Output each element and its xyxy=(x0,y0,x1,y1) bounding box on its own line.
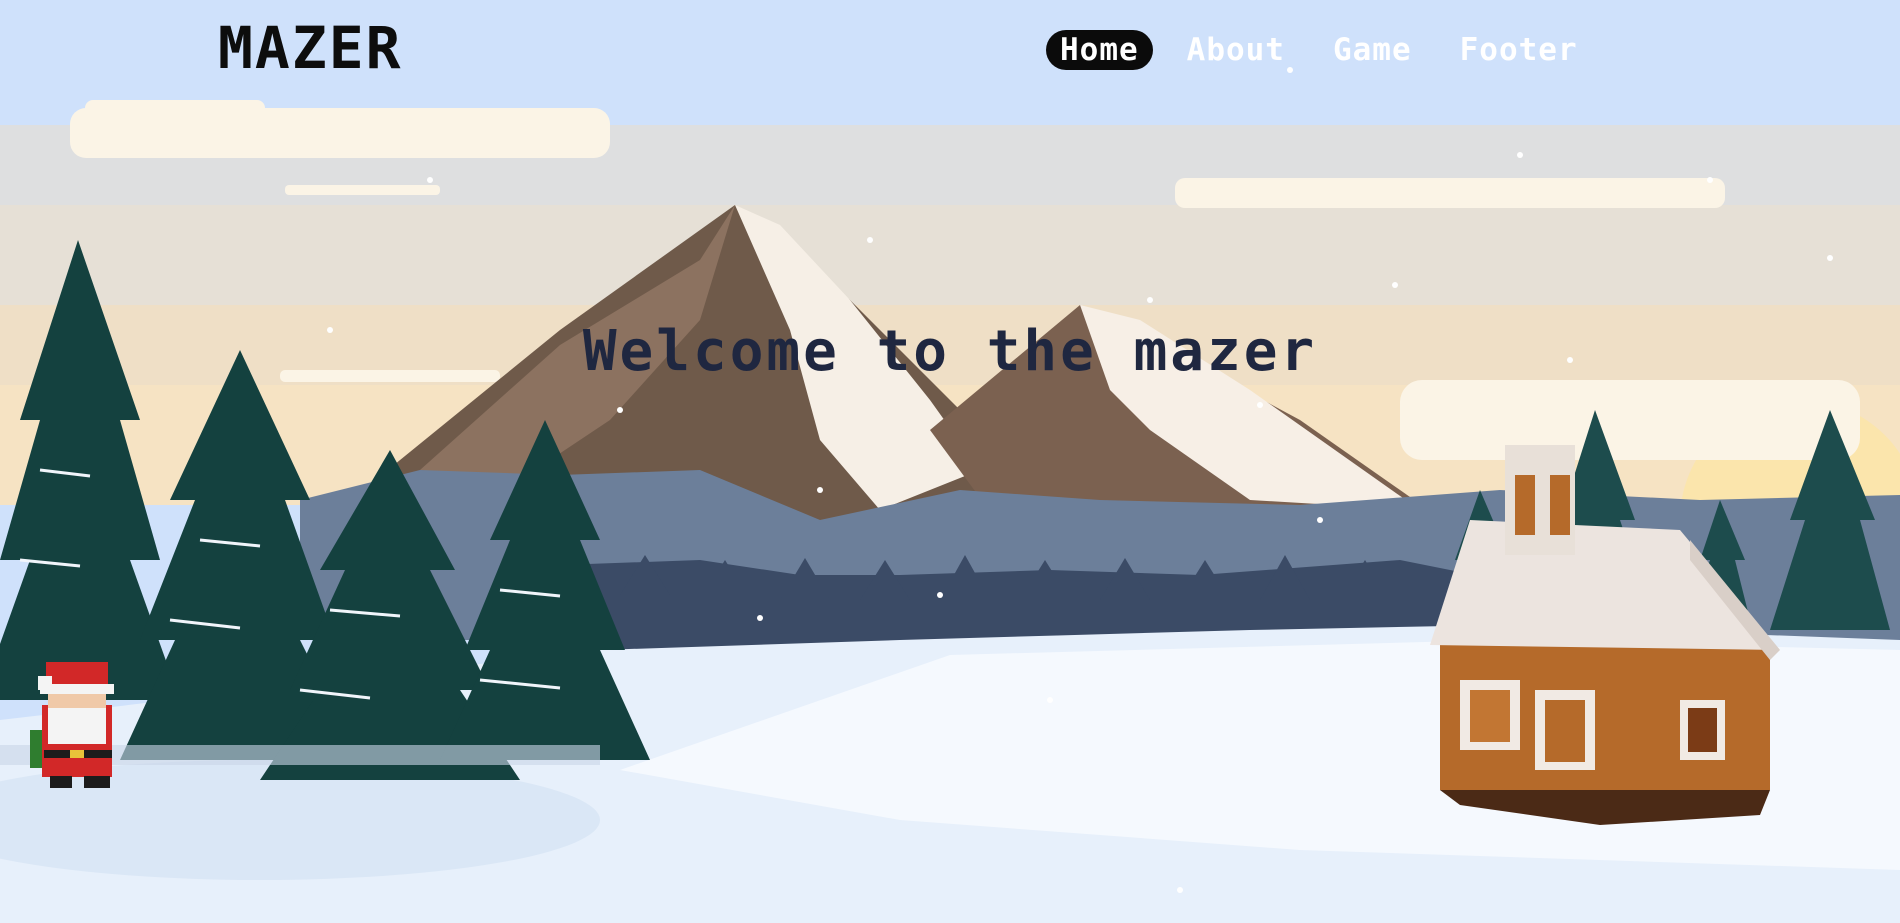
nav-footer-link[interactable]: Footer xyxy=(1446,30,1592,70)
site-logo[interactable]: MAZER xyxy=(218,14,403,82)
main-nav: Home About Game Footer xyxy=(1046,30,1592,70)
site-header: MAZER Home About Game Footer xyxy=(0,0,1900,100)
nav-about-link[interactable]: About xyxy=(1173,30,1299,70)
nav-game-link[interactable]: Game xyxy=(1319,30,1426,70)
nav-home-link[interactable]: Home xyxy=(1046,30,1153,70)
hero-title: Welcome to the mazer xyxy=(582,319,1318,384)
santa-character xyxy=(30,662,114,788)
winter-landscape-background xyxy=(0,0,1900,923)
